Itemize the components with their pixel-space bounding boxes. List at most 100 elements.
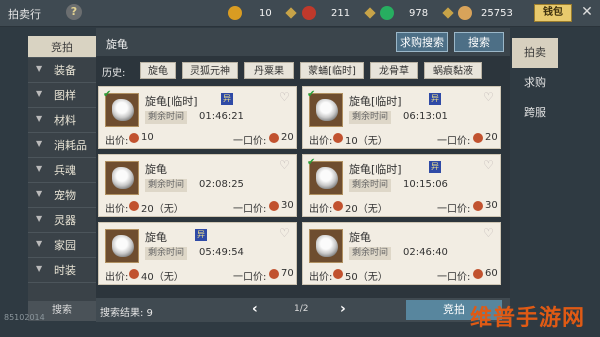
tab-auction[interactable]: 拍卖 [512,38,558,68]
buyout-value: 30 [281,200,294,211]
buyout-label: 一口价: [233,204,267,215]
time-value: 01:46:21 [199,111,244,122]
page-title: 拍卖行 [8,8,41,21]
bid-value: 40（无） [141,272,184,283]
currency-value: 10 [259,7,272,19]
currency-red-gem: 211 [302,5,350,21]
sidebar-item-label: 家园 [54,239,76,252]
coin-icon [129,133,139,143]
sidebar-item-materials[interactable]: ▼ 材料 [28,108,96,133]
history-chip[interactable]: 蜗痕黏液 [424,62,482,79]
time-label: 剩余时间 [145,179,188,192]
sidebar-item-label: 装备 [54,64,76,77]
history-chip[interactable]: 蒙蛹[临时] [300,62,364,79]
check-icon: ✔ [103,89,112,100]
sidebar-item-patterns[interactable]: ▼ 图样 [28,83,96,108]
time-value: 02:46:40 [403,247,448,258]
sidebar-item-pets[interactable]: ▼ 宠物 [28,183,96,208]
listing-card[interactable]: 旋龟 异 ♡ 剩余时间 05:49:54 出价: 40（无） 一口价: 70 [98,222,297,285]
heart-icon[interactable]: ♡ [279,227,292,239]
item-icon [105,161,139,195]
chevron-down-icon: ▼ [36,239,43,248]
listing-card[interactable]: ✔ 旋龟[临时] 异 ♡ 剩余时间 10:15:06 出价: 20（无） 一口价… [302,154,501,217]
sidebar-item-home[interactable]: ▼ 家园 [28,233,96,258]
sidebar-item-fashion[interactable]: ▼ 时装 [28,258,96,283]
history-chip[interactable]: 旋龟 [140,62,176,79]
listing-card[interactable]: ✔ 旋龟[临时] 异 ♡ 剩余时间 06:13:01 出价: 10（无） 一口价… [302,86,501,149]
sidebar-item-soul[interactable]: ▼ 兵魂 [28,158,96,183]
prev-page-icon[interactable]: ‹ [252,301,258,317]
heart-icon[interactable]: ♡ [279,159,292,171]
buyout-label: 一口价: [233,272,267,283]
eagle-icon [316,99,338,121]
history-chip[interactable]: 灵狐元神 [182,62,238,79]
silver-coin-icon [458,6,472,20]
chevron-down-icon: ▼ [36,89,43,98]
sidebar-item-auction[interactable]: 竞拍 [28,36,96,58]
sidebar-item-label: 兵魂 [54,164,76,177]
listing-card[interactable]: ✔ 旋龟[临时] 异 ♡ 剩余时间 01:46:21 出价: 10 一口价: 2… [98,86,297,149]
time-value: 02:08:25 [199,179,244,190]
sidebar-item-consumables[interactable]: ▼ 消耗品 [28,133,96,158]
history-chip[interactable]: 丹粟果 [244,62,294,79]
coin-icon [269,201,279,211]
want-buy-search-button[interactable]: 求购搜索 [396,32,448,52]
chevron-down-icon: ▼ [36,264,43,273]
wallet-button[interactable]: 钱包 [534,4,572,22]
buyout-label: 一口价: [233,136,267,147]
variant-tag: 异 [221,93,233,105]
watermark: 维普手游网 [470,306,586,331]
eagle-icon [112,167,134,189]
heart-icon[interactable]: ♡ [279,91,292,103]
add-gem-icon[interactable] [364,7,376,19]
pagination-bar: 搜索结果: 9 ‹ 1/2 › 竞拍 [96,298,510,322]
history-label: 历史: [102,68,126,79]
currency-gold: 10 [228,5,272,21]
search-button[interactable]: 搜索 [454,32,504,52]
add-jade-icon[interactable] [442,7,454,19]
time-value: 05:49:54 [199,247,244,258]
item-name: 旋龟[临时] [145,95,198,108]
help-icon[interactable]: ? [66,4,82,20]
buyout-label: 一口价: [437,136,471,147]
listing-card[interactable]: 旋龟 ♡ 剩余时间 02:46:40 出价: 50（无） 一口价: 60 [302,222,501,285]
coin-icon [473,201,483,211]
time-value: 10:15:06 [403,179,448,190]
bid-value: 50（无） [345,272,388,283]
bid-value: 10 [141,132,154,143]
add-gold-icon[interactable] [285,7,297,19]
sidebar-item-label: 消耗品 [54,139,87,152]
buyout-value: 20 [281,132,294,143]
item-name: 旋龟[临时] [349,163,402,176]
chevron-down-icon: ▼ [36,114,43,123]
item-name: 旋龟 [145,163,167,176]
currency-value: 978 [409,7,429,19]
tab-want-buy[interactable]: 求购 [512,68,558,98]
heart-icon[interactable]: ♡ [483,227,496,239]
bid-label: 出价: [309,204,333,215]
page-indicator: 1/2 [294,304,309,314]
time-label: 剩余时间 [145,111,188,124]
heart-icon[interactable]: ♡ [483,91,496,103]
close-icon[interactable]: ✕ [578,3,596,21]
eagle-icon [112,99,134,121]
coin-icon [333,133,343,143]
coordinate-readout: 85102014 [4,313,45,322]
history-chip[interactable]: 龙骨草 [370,62,418,79]
bid-label: 出价: [105,272,129,283]
eagle-icon [316,167,338,189]
item-icon [309,229,343,263]
sidebar-item-artifacts[interactable]: ▼ 灵器 [28,208,96,233]
heart-icon[interactable]: ♡ [483,159,496,171]
chevron-down-icon: ▼ [36,139,43,148]
next-page-icon[interactable]: › [340,301,346,317]
listing-card[interactable]: 旋龟 ♡ 剩余时间 02:08:25 出价: 20（无） 一口价: 30 [98,154,297,217]
green-jade-icon [380,6,394,20]
sidebar-item-equipment[interactable]: ▼ 装备 [28,58,96,83]
auction-panel: 旋龟 求购搜索 搜索 历史: 旋龟 灵狐元神 丹粟果 蒙蛹[临时] 龙骨草 蜗痕… [96,28,510,322]
tab-cross-server[interactable]: 跨服 [512,98,558,128]
item-name: 旋龟[临时] [349,95,402,108]
sidebar-item-label: 材料 [54,114,76,127]
time-label: 剩余时间 [349,179,392,192]
currency-value: 211 [331,7,351,19]
